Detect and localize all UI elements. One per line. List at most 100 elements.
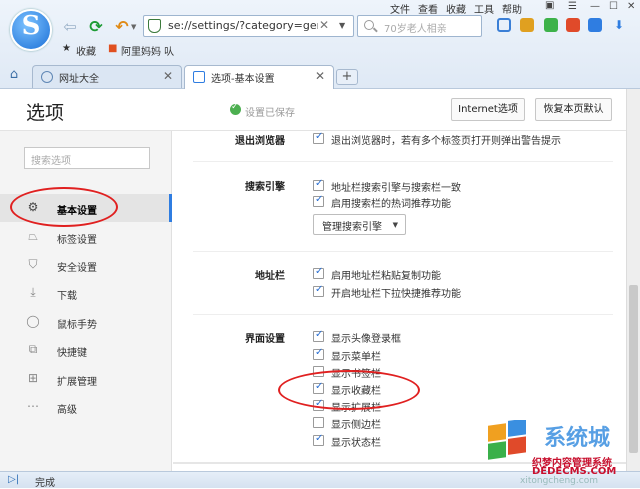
- close-tab-icon[interactable]: ✕: [163, 69, 173, 83]
- section-divider: [193, 314, 613, 315]
- search-icon[interactable]: [364, 20, 374, 30]
- alimama-icon: ■: [108, 43, 118, 54]
- option-label: 启用搜索栏的热词推荐功能: [331, 199, 451, 210]
- new-tab-button[interactable]: +: [336, 69, 358, 85]
- status-text: 完成: [35, 478, 55, 489]
- checkbox[interactable]: [313, 266, 324, 279]
- close-window-icon[interactable]: ✕: [627, 1, 635, 12]
- section-divider: [193, 251, 613, 252]
- close-tab-icon[interactable]: ✕: [315, 69, 325, 83]
- internet-options-button[interactable]: Internet选项: [451, 98, 525, 121]
- sidebar-toggle-icon[interactable]: ▷|: [8, 474, 19, 485]
- minimize-icon[interactable]: —: [590, 1, 600, 12]
- security-shield-icon: [148, 19, 161, 33]
- option-label: 地址栏搜索引擎与搜索栏一致: [331, 183, 461, 194]
- shield-icon: ⛉: [28, 257, 38, 271]
- undo-dropdown-icon[interactable]: ▼: [131, 23, 136, 31]
- sidebar-item-label: 快捷键: [57, 348, 87, 359]
- search-input[interactable]: 70岁老人相亲: [384, 20, 447, 35]
- globe-icon: [41, 71, 53, 83]
- shortcut-icon: ⧉: [28, 342, 38, 356]
- check-icon: [230, 102, 241, 115]
- section-label-address: 地址栏: [255, 271, 285, 282]
- option-label: 显示状态栏: [331, 438, 381, 449]
- undo-icon[interactable]: ↶: [112, 17, 132, 37]
- download-arrow-icon[interactable]: ⬇: [612, 18, 626, 32]
- back-arrow-icon[interactable]: ⇦: [60, 17, 80, 37]
- menu-file[interactable]: 文件: [390, 1, 416, 16]
- chevron-down-icon: ▼: [392, 221, 398, 229]
- clear-url-icon[interactable]: ✕: [319, 18, 329, 32]
- home-icon[interactable]: ⌂: [6, 67, 22, 83]
- menu-icon[interactable]: ☰: [568, 1, 577, 12]
- settings-search-input[interactable]: 搜索选项: [24, 147, 150, 169]
- address-input[interactable]: se://settings/?category=gen: [168, 19, 318, 32]
- favorites-star-icon[interactable]: ★: [62, 43, 71, 54]
- browser-window: 文件 查看 收藏 工具 帮助 ▣ ☰ — ☐ ✕ ⇦ ⟳ ↶ ▼ se://se…: [0, 0, 640, 489]
- refresh-icon[interactable]: ⟳: [86, 17, 106, 37]
- maximize-icon[interactable]: ☐: [609, 1, 618, 12]
- tab-settings[interactable]: 选项-基本设置 ✕: [184, 65, 334, 89]
- section-label-interface: 界面设置: [245, 334, 285, 345]
- restore-defaults-button[interactable]: 恢复本页默认: [535, 98, 612, 121]
- manage-search-engines-dropdown[interactable]: 管理搜索引擎 ▼: [313, 214, 406, 235]
- sidebar-item-security[interactable]: ⛉ 安全设置: [0, 251, 172, 279]
- tab-label: 选项-基本设置: [211, 74, 275, 85]
- menu-view[interactable]: 查看: [418, 1, 444, 16]
- more-icon: ⋯: [27, 399, 39, 413]
- annotation-circle-basic-settings: [10, 187, 118, 227]
- extension-toolbar-icon[interactable]: [520, 18, 534, 32]
- section-label-search: 搜索引擎: [245, 182, 285, 193]
- sidebar-item-label: 标签设置: [57, 235, 97, 246]
- checkbox[interactable]: [313, 329, 324, 342]
- option-label: 退出浏览器时，若有多个标签页打开则弹出警告提示: [331, 136, 561, 147]
- sidebar-item-label: 扩展管理: [57, 377, 97, 388]
- option-label: 显示头像登录框: [331, 334, 401, 345]
- url-dropdown-icon[interactable]: ▼: [339, 21, 345, 30]
- menu-favorites[interactable]: 收藏: [446, 1, 472, 16]
- watermark-title: 系统城: [544, 426, 611, 451]
- checkbox[interactable]: [313, 347, 324, 360]
- sidebar-item-extensions[interactable]: ⊞ 扩展管理: [0, 365, 172, 393]
- sidebar-item-mouse-gestures[interactable]: ◯ 鼠标手势: [0, 308, 172, 336]
- menu-tools[interactable]: 工具: [474, 1, 500, 16]
- sidebar-item-label: 鼠标手势: [57, 320, 97, 331]
- vertical-scrollbar[interactable]: [626, 89, 640, 471]
- checkbox[interactable]: [313, 194, 324, 207]
- sidebar-item-download[interactable]: ⤓ 下载: [0, 279, 172, 307]
- checkbox[interactable]: [313, 433, 324, 446]
- option-label: 显示侧边栏: [331, 420, 381, 431]
- sidebar-item-advanced[interactable]: ⋯ 高级: [0, 393, 172, 421]
- address-bar[interactable]: se://settings/?category=gen ✕ ▼: [143, 15, 354, 37]
- alimama-link[interactable]: 阿里妈妈 㕥: [121, 43, 174, 58]
- annotation-circle-show-favorites: [278, 370, 420, 410]
- page-title: 选项: [26, 102, 65, 124]
- option-label: 启用地址栏粘贴复制功能: [331, 271, 441, 282]
- checkbox[interactable]: [313, 284, 324, 297]
- watermark-logo-icon: [488, 420, 526, 460]
- extension-icon: ⊞: [27, 371, 39, 385]
- search-box[interactable]: 70岁老人相亲: [357, 15, 482, 37]
- menu-help[interactable]: 帮助: [502, 1, 528, 16]
- browser-logo-icon[interactable]: [10, 9, 52, 51]
- shield-toolbar-icon[interactable]: [497, 18, 511, 32]
- skin-icon[interactable]: ▣: [545, 0, 554, 11]
- tab-web-directory[interactable]: 网址大全 ✕: [32, 65, 182, 88]
- checkbox[interactable]: [313, 131, 324, 144]
- checkbox[interactable]: [313, 178, 324, 191]
- cloud-icon[interactable]: [588, 18, 602, 32]
- sidebar-item-label: 安全设置: [57, 263, 97, 274]
- sidebar-item-label: 下载: [57, 291, 77, 302]
- browser-chrome: 文件 查看 收藏 工具 帮助 ▣ ☰ — ☐ ✕ ⇦ ⟳ ↶ ▼ se://se…: [0, 0, 640, 89]
- weibo-icon[interactable]: [566, 18, 580, 32]
- translate-icon[interactable]: [544, 18, 558, 32]
- settings-header: 选项 设置已保存 Internet选项 恢复本页默认: [0, 89, 630, 131]
- sidebar-item-label: 高级: [57, 405, 77, 416]
- tab-strip: ⌂ 网址大全 ✕ 选项-基本设置 ✕ +: [0, 63, 640, 89]
- scrollbar-thumb[interactable]: [629, 285, 638, 453]
- sidebar-item-tabs[interactable]: ⏢ 标签设置: [0, 223, 172, 251]
- favorites-link[interactable]: 收藏: [76, 43, 96, 58]
- sidebar-item-shortcuts[interactable]: ⧉ 快捷键: [0, 336, 172, 364]
- watermark-line3: xitongcheng.com: [520, 476, 598, 486]
- checkbox[interactable]: [313, 417, 324, 428]
